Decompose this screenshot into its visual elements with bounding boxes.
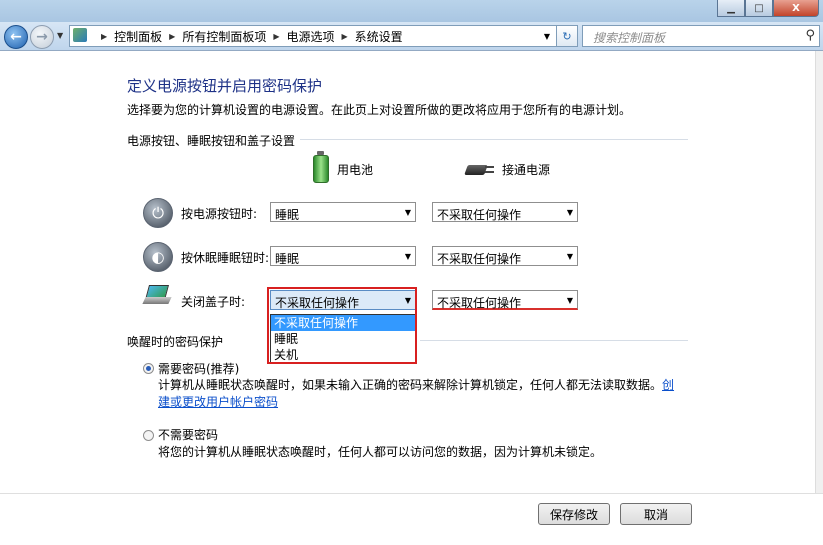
window-titlebar: ▁ □ X <box>0 0 823 22</box>
cancel-button[interactable]: 取消 <box>620 503 692 525</box>
red-highlight-box <box>267 287 417 364</box>
chevron-down-icon: ▼ <box>404 208 411 217</box>
chevron-right-icon[interactable]: ▶ <box>169 32 175 41</box>
chevron-down-icon: ▼ <box>566 296 573 305</box>
select-value: 不采取任何操作 <box>437 296 522 310</box>
breadcrumb: ▶ 控制面板 ▶ 所有控制面板项 ▶ 电源选项 ▶ 系统设置 <box>94 26 403 46</box>
sleep-button-label: 按休眠睡眠钮时: <box>181 251 270 265</box>
chevron-right-icon[interactable]: ▶ <box>101 32 107 41</box>
window-right-edge <box>815 51 823 544</box>
battery-icon <box>313 151 329 183</box>
address-history-dropdown-icon[interactable]: ▼ <box>544 32 550 41</box>
power-button-plugged-select[interactable]: 不采取任何操作 ▼ <box>432 202 578 222</box>
close-button[interactable]: X <box>773 0 819 17</box>
section-divider <box>300 139 688 140</box>
power-button-label: 按电源按钮时: <box>181 207 258 221</box>
power-button-icon: ⏻ <box>143 198 173 228</box>
require-password-description: 计算机从睡眠状态唤醒时，如果未输入正确的密码来解除计算机锁定，任何人都无法读取数… <box>158 377 678 411</box>
lid-close-plugged-select[interactable]: 不采取任何操作 ▼ <box>432 290 578 310</box>
page-title: 定义电源按钮并启用密码保护 <box>127 77 323 95</box>
breadcrumb-all-items[interactable]: 所有控制面板项 <box>182 28 266 45</box>
page-description: 选择要为您的计算机设置的电源设置。在此页上对设置所做的更改将应用于您所有的电源计… <box>127 103 632 117</box>
address-toolbar: ← → ▼ ▶ 控制面板 ▶ 所有控制面板项 ▶ 电源选项 ▶ 系统设置 ▼ ↻… <box>0 22 823 51</box>
plugged-column-label: 接通电源 <box>502 163 551 177</box>
recent-pages-dropdown-icon[interactable]: ▼ <box>57 31 63 40</box>
control-panel-icon <box>73 28 87 42</box>
search-placeholder: 搜索控制面板 <box>593 31 666 45</box>
search-input[interactable]: 搜索控制面板 ⚲ <box>582 25 820 47</box>
save-button[interactable]: 保存修改 <box>538 503 610 525</box>
chevron-right-icon[interactable]: ▶ <box>342 32 348 41</box>
buttons-section-heading: 电源按钮、睡眠按钮和盖子设置 <box>127 134 296 148</box>
select-value: 不采取任何操作 <box>437 252 522 266</box>
minimize-icon[interactable]: ▁ <box>717 0 745 17</box>
address-bar[interactable]: ▶ 控制面板 ▶ 所有控制面板项 ▶ 电源选项 ▶ 系统设置 ▼ <box>69 25 557 47</box>
sleep-button-plugged-select[interactable]: 不采取任何操作 ▼ <box>432 246 578 266</box>
chevron-down-icon: ▼ <box>566 208 573 217</box>
chevron-down-icon: ▼ <box>404 252 411 261</box>
maximize-icon[interactable]: □ <box>745 0 773 17</box>
back-arrow-icon[interactable]: ← <box>4 25 28 49</box>
search-icon[interactable]: ⚲ <box>805 28 815 43</box>
battery-column-header: 用电池 <box>313 151 374 183</box>
power-plug-icon <box>460 163 494 177</box>
require-password-radio[interactable] <box>143 363 154 374</box>
password-section-heading: 唤醒时的密码保护 <box>127 335 224 349</box>
no-password-label[interactable]: 不需要密码 <box>158 426 218 443</box>
lid-close-label: 关闭盖子时: <box>181 295 246 309</box>
sleep-button-icon: ◐ <box>143 242 173 272</box>
laptop-lid-icon <box>142 283 172 307</box>
power-button-battery-select[interactable]: 睡眠 ▼ <box>270 202 416 222</box>
plugged-column-header: 接通电源 <box>460 161 550 178</box>
require-password-label[interactable]: 需要密码(推荐) <box>158 360 239 377</box>
no-password-radio[interactable] <box>143 430 154 441</box>
main-content: 定义电源按钮并启用密码保护 选择要为您的计算机设置的电源设置。在此页上对设置所做… <box>0 51 823 493</box>
breadcrumb-power-options[interactable]: 电源选项 <box>287 28 335 45</box>
select-value: 睡眠 <box>275 252 300 266</box>
refresh-icon[interactable]: ↻ <box>556 25 578 47</box>
battery-column-label: 用电池 <box>337 162 374 177</box>
chevron-right-icon[interactable]: ▶ <box>273 32 279 41</box>
breadcrumb-control-panel[interactable]: 控制面板 <box>114 28 162 45</box>
chevron-down-icon: ▼ <box>566 252 573 261</box>
forward-arrow-icon[interactable]: → <box>30 25 54 49</box>
require-password-desc-text: 计算机从睡眠状态唤醒时，如果未输入正确的密码来解除计算机锁定，任何人都无法读取数… <box>158 378 663 392</box>
select-value: 睡眠 <box>275 208 300 222</box>
breadcrumb-system-settings[interactable]: 系统设置 <box>355 28 403 45</box>
sleep-button-battery-select[interactable]: 睡眠 ▼ <box>270 246 416 266</box>
window-controls: ▁ □ X <box>717 0 819 18</box>
select-value: 不采取任何操作 <box>437 208 522 222</box>
footer-bar: 保存修改 取消 <box>0 493 823 545</box>
section-divider <box>420 340 688 341</box>
no-password-description: 将您的计算机从睡眠状态唤醒时，任何人都可以访问您的数据，因为计算机未锁定。 <box>158 445 603 459</box>
